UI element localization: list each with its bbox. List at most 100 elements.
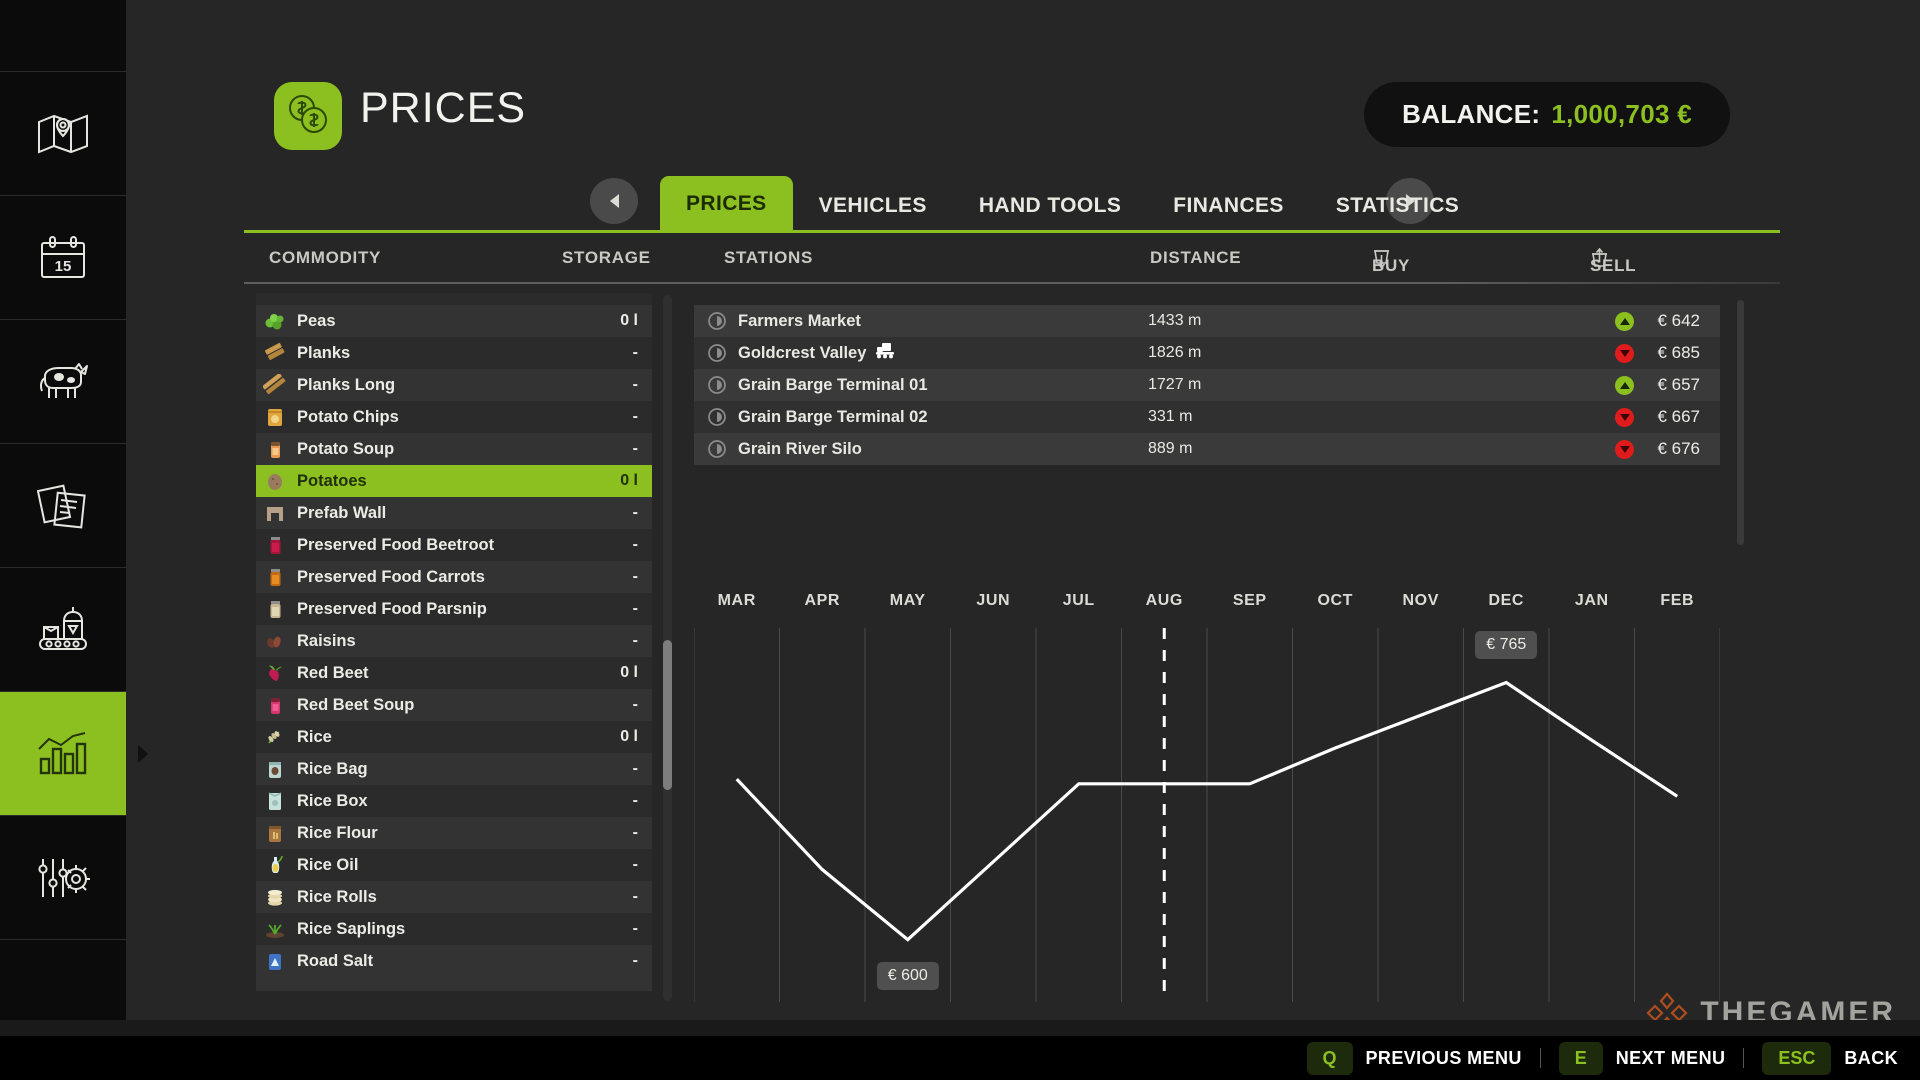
rice-bag-icon	[262, 756, 288, 782]
station-row[interactable]: Grain Barge Terminal 01 1727 m € 657	[694, 369, 1720, 401]
hint-back[interactable]: ESC BACK	[1762, 1041, 1898, 1075]
commodity-row[interactable]: Raisins -	[256, 625, 652, 657]
station-distance: 1826 m	[1148, 344, 1202, 361]
cow-icon	[35, 360, 91, 404]
bar-chart-icon	[35, 731, 91, 777]
commodity-list-scroll-thumb[interactable]	[663, 640, 672, 790]
tab-list: PRICES VEHICLES HAND TOOLS FINANCES STATISTI…	[660, 170, 1485, 232]
calendar-icon: 15	[38, 235, 88, 281]
commodity-name: Rice Bag	[297, 759, 368, 778]
station-row[interactable]: Goldcrest Valley 1826 m € 685	[694, 337, 1720, 369]
commodity-row[interactable]: Prefab Wall -	[256, 497, 652, 529]
commodity-name: Potato Chips	[297, 407, 399, 426]
commodity-row[interactable]: Red Beet Soup -	[256, 689, 652, 721]
station-sell-price: € 667	[1657, 407, 1700, 426]
commodity-row-selected[interactable]: Potatoes 0 l	[256, 465, 652, 497]
commodity-row[interactable]: Rice 0 l	[256, 721, 652, 753]
commodity-row[interactable]: Rice Rolls -	[256, 881, 652, 913]
coins-icon	[285, 92, 331, 141]
sidebar-active-nub	[124, 720, 150, 787]
station-sell-price: € 657	[1657, 375, 1700, 394]
column-header-commodity: COMMODITY	[269, 248, 382, 267]
preserved-carrots-icon	[262, 564, 288, 590]
commodity-storage-value: -	[632, 696, 638, 713]
preserved-beetroot-icon	[262, 532, 288, 558]
commodity-name: Planks Long	[297, 375, 396, 394]
commodity-row[interactable]: Preserved Food Carrots -	[256, 561, 652, 593]
station-name-cell: Farmers Market	[738, 312, 1148, 331]
commodity-name: Planks	[297, 343, 351, 362]
commodity-row[interactable]: Red Beet 0 l	[256, 657, 652, 689]
hint-previous-menu[interactable]: Q PREVIOUS MENU	[1306, 1041, 1522, 1075]
rice-flour-icon	[262, 820, 288, 846]
sidebar-item-contracts[interactable]	[0, 444, 126, 568]
page-title: PRICES	[360, 84, 527, 132]
commodity-row[interactable]: Road Salt -	[256, 945, 652, 977]
station-marker-icon	[706, 406, 728, 428]
tab-vehicles[interactable]: VEHICLES	[793, 180, 953, 232]
commodity-storage-value: -	[632, 792, 638, 809]
tab-finances[interactable]: FINANCES	[1147, 180, 1310, 232]
commodity-name: Potato Soup	[297, 439, 395, 458]
list-item-partial-bottom[interactable]	[256, 977, 652, 991]
stations-table[interactable]: Farmers Market 1433 m € 642 Goldcrest Valle…	[694, 305, 1720, 465]
train-icon	[875, 342, 896, 364]
commodity-row[interactable]: Planks -	[256, 337, 652, 369]
commodity-storage-value: -	[632, 760, 638, 777]
sidebar-item-animals[interactable]	[0, 320, 126, 444]
price-chart: MAR APR MAY JUN JUL AUG SEP OCT NOV DEC JAN FEB € 6…	[694, 592, 1720, 1002]
sidebar-item-map[interactable]	[0, 72, 126, 196]
commodity-storage-value: -	[632, 952, 638, 969]
station-row[interactable]: Grain River Silo 889 m € 676	[694, 433, 1720, 465]
commodity-storage-value: -	[632, 920, 638, 937]
commodity-row[interactable]: Rice Oil -	[256, 849, 652, 881]
red-beet-icon	[262, 660, 288, 686]
potato-chips-icon	[262, 404, 288, 430]
column-header-divider	[244, 282, 1780, 284]
left-sidebar: 15	[0, 0, 150, 1020]
commodity-name: Prefab Wall	[297, 503, 387, 522]
sidebar-item-statistics[interactable]	[0, 692, 150, 816]
commodity-row[interactable]: Rice Box -	[256, 785, 652, 817]
commodity-row[interactable]: Rice Saplings -	[256, 913, 652, 945]
commodity-name: Rice Box	[297, 791, 368, 810]
list-item-partial-top[interactable]	[256, 293, 652, 305]
station-row[interactable]: Grain Barge Terminal 02 331 m € 667	[694, 401, 1720, 433]
sidebar-item-calendar[interactable]: 15	[0, 196, 126, 320]
commodity-row[interactable]: Peas 0 l	[256, 305, 652, 337]
sidebar-item-production[interactable]	[0, 568, 126, 692]
station-name: Grain Barge Terminal 01	[738, 375, 928, 394]
station-row[interactable]: Farmers Market 1433 m € 642	[694, 305, 1720, 337]
commodity-row[interactable]: Preserved Food Parsnip -	[256, 593, 652, 625]
station-marker-icon	[706, 342, 728, 364]
station-name: Farmers Market	[738, 311, 861, 330]
commodity-row[interactable]: Potato Chips -	[256, 401, 652, 433]
commodity-row[interactable]: Planks Long -	[256, 369, 652, 401]
sidebar-item-settings[interactable]	[0, 816, 126, 940]
commodity-list[interactable]: Peas 0 l Planks - Planks Long - Potato Chips - P…	[256, 293, 652, 1003]
commodity-storage-value: -	[632, 632, 638, 649]
station-name-cell: Grain Barge Terminal 01	[738, 376, 1148, 395]
chart-x-axis-labels: MAR APR MAY JUN JUL AUG SEP OCT NOV DEC JAN FEB	[694, 592, 1720, 626]
tab-prices[interactable]: PRICES	[660, 176, 793, 232]
commodity-storage-value: 0 l	[620, 472, 638, 489]
tab-prev-button[interactable]	[590, 178, 638, 224]
tab-hand-tools[interactable]: HAND TOOLS	[953, 180, 1147, 232]
tab-statistics[interactable]: STATISTICS	[1310, 180, 1485, 232]
hint-next-menu[interactable]: E NEXT MENU	[1558, 1041, 1726, 1075]
commodity-row[interactable]: Rice Bag -	[256, 753, 652, 785]
page-icon	[274, 82, 342, 150]
stations-scrollbar[interactable]	[1737, 300, 1744, 545]
commodity-storage-value: -	[632, 856, 638, 873]
commodity-row[interactable]: Potato Soup -	[256, 433, 652, 465]
station-marker-icon	[706, 374, 728, 396]
sidebar-top-spacer	[0, 0, 126, 72]
commodity-name: Rice Saplings	[297, 919, 406, 938]
hint-key: E	[1558, 1041, 1603, 1075]
commodity-row[interactable]: Preserved Food Beetroot -	[256, 529, 652, 561]
hint-label: NEXT MENU	[1615, 1047, 1726, 1068]
commodity-row[interactable]: Rice Flour -	[256, 817, 652, 849]
prefab-wall-icon	[262, 500, 288, 526]
commodity-list-scrollbar[interactable]	[663, 295, 672, 1001]
commodity-storage-value: -	[632, 824, 638, 841]
